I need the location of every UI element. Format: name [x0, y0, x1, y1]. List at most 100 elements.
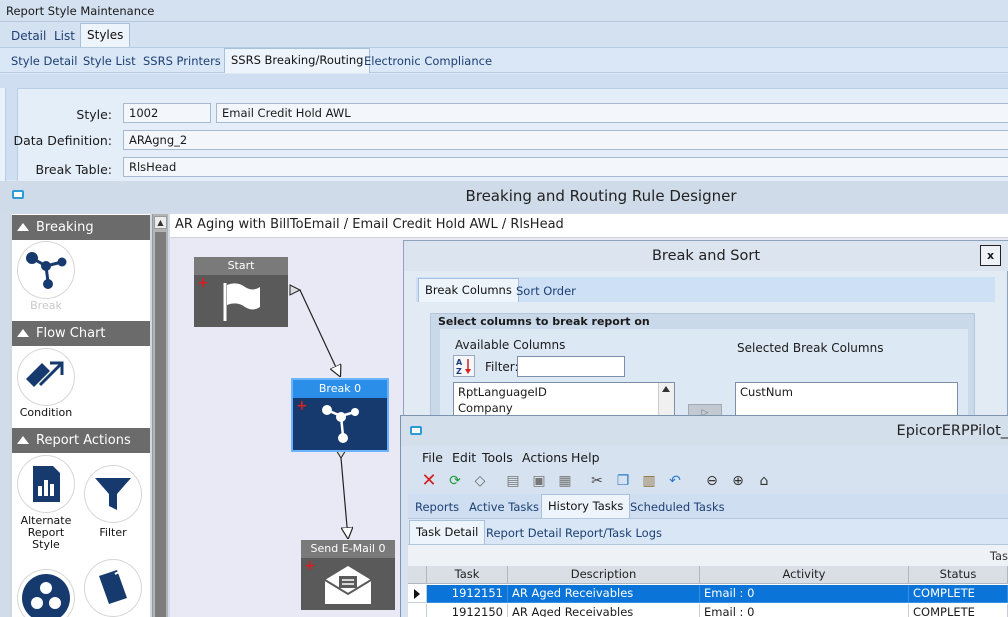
menu-edit[interactable]: Edit: [452, 450, 476, 465]
tab-reports[interactable]: Reports: [409, 496, 465, 518]
break-tool[interactable]: [18, 242, 74, 298]
cell-status[interactable]: COMPLETE: [909, 585, 1008, 603]
scroll-thumb[interactable]: [155, 232, 166, 617]
scroll-up-icon[interactable]: ▲: [154, 216, 167, 229]
palette-header-breaking[interactable]: Breaking: [12, 215, 150, 240]
filter-tool-label: Filter: [99, 526, 127, 539]
filter-tool[interactable]: [85, 466, 141, 522]
style-form: Style: 1002 Email Credit Hold AWL Data D…: [13, 88, 1008, 182]
break-table-field[interactable]: RlsHead: [123, 157, 1008, 177]
cell-task[interactable]: 1912150: [427, 604, 508, 617]
save-icon[interactable]: ▦: [556, 472, 574, 490]
eraser-icon[interactable]: ◇: [471, 472, 489, 490]
row-selector[interactable]: [408, 604, 427, 617]
menu-file[interactable]: File: [422, 450, 443, 465]
send-email-node[interactable]: Send E-Mail 0 +: [301, 540, 395, 610]
undo-icon[interactable]: ↶: [666, 472, 684, 490]
paste-icon[interactable]: ▥: [640, 472, 658, 490]
tab-sort-order[interactable]: Sort Order: [510, 280, 582, 302]
tab-break-columns[interactable]: Break Columns: [418, 278, 519, 302]
column-header-activity[interactable]: Activity: [700, 566, 909, 584]
condition-tool[interactable]: [18, 349, 74, 405]
tab-ssrs-breaking-routing[interactable]: SSRS Breaking/Routing: [224, 48, 371, 73]
data-definition-field[interactable]: ARAgng_2: [123, 130, 1008, 150]
palette-scrollbar[interactable]: ▲: [152, 214, 168, 617]
window-icon[interactable]: [12, 190, 24, 199]
break-sort-title: Break and Sort: [404, 241, 1008, 271]
start-node[interactable]: Start +: [194, 257, 288, 327]
chevron-up-icon: [17, 436, 29, 444]
tab-active-tasks[interactable]: Active Tasks: [463, 496, 545, 518]
row-selector[interactable]: [408, 585, 427, 603]
back-icon[interactable]: ⊖: [703, 472, 721, 490]
cell-activity[interactable]: Email : 0: [700, 585, 909, 603]
home-icon[interactable]: ⌂: [755, 472, 773, 490]
tab-ssrs-printers[interactable]: SSRS Printers: [137, 50, 227, 72]
cut-icon[interactable]: ✂: [588, 472, 606, 490]
start-output-port[interactable]: [289, 284, 302, 296]
refresh-icon[interactable]: ⟳: [446, 472, 464, 490]
filter-input[interactable]: [517, 356, 625, 377]
tab-history-tasks[interactable]: History Tasks: [541, 494, 631, 518]
filter-icon: [95, 478, 131, 510]
tab-electronic-compliance[interactable]: Electronic Compliance: [358, 50, 498, 72]
cell-activity[interactable]: Email : 0: [700, 604, 909, 617]
tab-style-list[interactable]: Style List: [77, 50, 142, 72]
palette-header-label: Report Actions: [36, 433, 131, 448]
list-item[interactable]: RptLanguageID: [454, 383, 674, 401]
tab-report-detail[interactable]: Report Detail: [480, 522, 568, 544]
window-icon[interactable]: [410, 426, 422, 435]
close-button[interactable]: x: [980, 245, 1001, 266]
plus-icon[interactable]: +: [304, 559, 316, 573]
alternate-report-style-tool[interactable]: [18, 456, 74, 512]
designer-breadcrumb: AR Aging with BillToEmail / Email Credit…: [170, 214, 1008, 238]
form-left-strip: [0, 88, 6, 182]
attachment-tool[interactable]: [85, 560, 141, 616]
break-icon: [26, 252, 67, 289]
column-header-status[interactable]: Status: [909, 566, 1008, 584]
distribution-tool[interactable]: [18, 570, 74, 617]
menu-help[interactable]: Help: [571, 450, 600, 465]
break-node[interactable]: Break 0 +: [291, 378, 389, 452]
tab-styles[interactable]: Styles: [80, 23, 131, 47]
break-tool-label: Break: [30, 299, 62, 312]
sort-az-button[interactable]: A Z: [453, 355, 475, 377]
condition-icon: [26, 361, 64, 387]
palette-header-flow-chart[interactable]: Flow Chart: [12, 321, 150, 346]
delete-icon[interactable]: ✕: [420, 472, 438, 490]
tab-style-detail[interactable]: Style Detail: [5, 50, 83, 72]
style-id-field[interactable]: 1002: [123, 103, 211, 123]
cell-description[interactable]: AR Aged Receivables: [508, 604, 700, 617]
copy-icon[interactable]: ❐: [614, 472, 632, 490]
print-preview-icon[interactable]: ▣: [530, 472, 548, 490]
attachment-icon: [99, 570, 128, 604]
palette-header-report-actions[interactable]: Report Actions: [12, 428, 150, 453]
list-item[interactable]: CustNum: [736, 383, 957, 401]
break-table-label: Break Table:: [35, 162, 112, 177]
forward-icon[interactable]: ⊕: [729, 472, 747, 490]
tab-detail[interactable]: Detail: [5, 25, 52, 47]
erp-menu-bar: File Edit Tools Actions Help: [408, 448, 1008, 468]
chevron-up-icon: [17, 223, 29, 231]
break-output-port[interactable]: [335, 449, 347, 459]
cell-description[interactable]: AR Aged Receivables: [508, 585, 700, 603]
scroll-up-icon[interactable]: [662, 386, 670, 392]
plus-icon[interactable]: +: [197, 276, 209, 290]
tab-list[interactable]: List: [48, 25, 81, 47]
palette-header-label: Flow Chart: [36, 326, 106, 341]
print-icon[interactable]: ▤: [504, 472, 522, 490]
tab-task-detail[interactable]: Task Detail: [409, 520, 486, 545]
plus-icon[interactable]: +: [296, 399, 308, 413]
cell-task[interactable]: 1912151: [427, 585, 508, 603]
menu-tools[interactable]: Tools: [482, 450, 513, 465]
tab-scheduled-tasks[interactable]: Scheduled Tasks: [624, 496, 731, 518]
palette-header-label: Breaking: [36, 220, 94, 235]
column-header-task[interactable]: Task: [427, 566, 508, 584]
column-header-description[interactable]: Description: [508, 566, 700, 584]
grid-corner: [408, 566, 427, 584]
list-item[interactable]: Company: [454, 401, 674, 415]
style-description-field[interactable]: Email Credit Hold AWL: [216, 103, 1008, 123]
menu-actions[interactable]: Actions: [522, 450, 568, 465]
cell-status[interactable]: COMPLETE: [909, 604, 1008, 617]
tab-report-task-logs[interactable]: Report/Task Logs: [559, 522, 668, 544]
